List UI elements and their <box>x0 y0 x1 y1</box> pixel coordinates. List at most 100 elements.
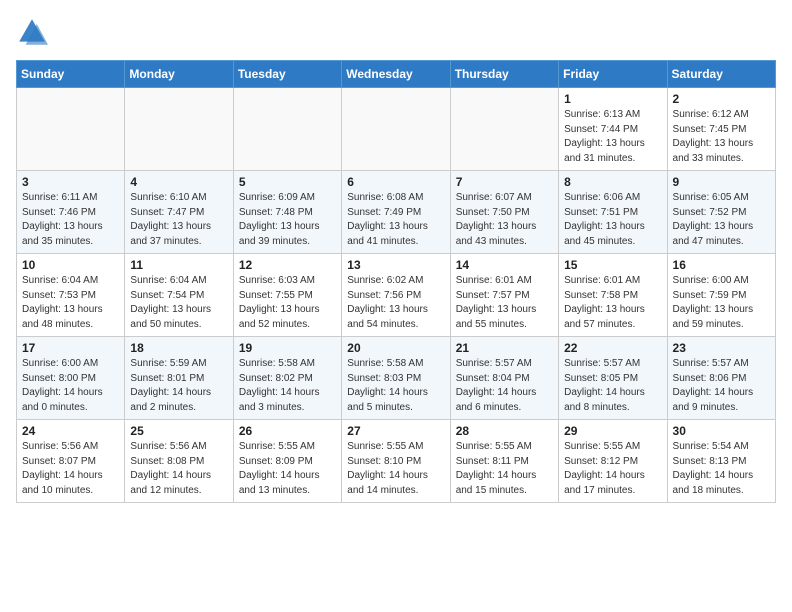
day-number: 6 <box>347 175 444 189</box>
day-info: Sunrise: 6:07 AM Sunset: 7:50 PM Dayligh… <box>456 191 553 249</box>
day-number: 26 <box>239 424 336 438</box>
calendar-cell: 17 Sunrise: 6:00 AM Sunset: 8:00 PM Dayli… <box>17 337 125 420</box>
day-info: Sunrise: 5:56 AM Sunset: 8:08 PM Dayligh… <box>130 440 227 498</box>
calendar-cell: 30 Sunrise: 5:54 AM Sunset: 8:13 PM Dayli… <box>667 420 775 503</box>
weekday-header-monday: Monday <box>125 61 233 88</box>
day-info: Sunrise: 6:04 AM Sunset: 7:53 PM Dayligh… <box>22 274 119 332</box>
day-number: 29 <box>564 424 661 438</box>
calendar-cell <box>233 88 341 171</box>
weekday-header-saturday: Saturday <box>667 61 775 88</box>
calendar-cell: 4 Sunrise: 6:10 AM Sunset: 7:47 PM Daylig… <box>125 171 233 254</box>
day-info: Sunrise: 5:57 AM Sunset: 8:04 PM Dayligh… <box>456 357 553 415</box>
day-info: Sunrise: 5:55 AM Sunset: 8:09 PM Dayligh… <box>239 440 336 498</box>
calendar-cell: 16 Sunrise: 6:00 AM Sunset: 7:59 PM Dayli… <box>667 254 775 337</box>
day-info: Sunrise: 5:56 AM Sunset: 8:07 PM Dayligh… <box>22 440 119 498</box>
day-info: Sunrise: 5:57 AM Sunset: 8:05 PM Dayligh… <box>564 357 661 415</box>
day-number: 27 <box>347 424 444 438</box>
day-info: Sunrise: 5:59 AM Sunset: 8:01 PM Dayligh… <box>130 357 227 415</box>
calendar-cell <box>125 88 233 171</box>
day-info: Sunrise: 6:10 AM Sunset: 7:47 PM Dayligh… <box>130 191 227 249</box>
day-number: 16 <box>673 258 770 272</box>
day-number: 9 <box>673 175 770 189</box>
day-number: 24 <box>22 424 119 438</box>
day-number: 2 <box>673 92 770 106</box>
day-number: 14 <box>456 258 553 272</box>
day-info: Sunrise: 5:58 AM Sunset: 8:03 PM Dayligh… <box>347 357 444 415</box>
day-info: Sunrise: 6:06 AM Sunset: 7:51 PM Dayligh… <box>564 191 661 249</box>
day-info: Sunrise: 6:12 AM Sunset: 7:45 PM Dayligh… <box>673 108 770 166</box>
calendar-cell: 11Sunrise: 6:04 AM Sunset: 7:54 PM Dayli… <box>125 254 233 337</box>
day-number: 4 <box>130 175 227 189</box>
calendar-cell: 19 Sunrise: 5:58 AM Sunset: 8:02 PM Dayli… <box>233 337 341 420</box>
day-number: 28 <box>456 424 553 438</box>
weekday-header-sunday: Sunday <box>17 61 125 88</box>
day-info: Sunrise: 6:11 AM Sunset: 7:46 PM Dayligh… <box>22 191 119 249</box>
weekday-header-friday: Friday <box>559 61 667 88</box>
logo-icon <box>16 16 48 48</box>
day-info: Sunrise: 5:55 AM Sunset: 8:10 PM Dayligh… <box>347 440 444 498</box>
page-header <box>16 16 776 48</box>
day-number: 11 <box>130 258 227 272</box>
calendar-cell: 29 Sunrise: 5:55 AM Sunset: 8:12 PM Dayli… <box>559 420 667 503</box>
day-info: Sunrise: 5:54 AM Sunset: 8:13 PM Dayligh… <box>673 440 770 498</box>
day-number: 13 <box>347 258 444 272</box>
day-number: 5 <box>239 175 336 189</box>
calendar-cell: 24 Sunrise: 5:56 AM Sunset: 8:07 PM Dayli… <box>17 420 125 503</box>
day-number: 1 <box>564 92 661 106</box>
day-info: Sunrise: 6:01 AM Sunset: 7:58 PM Dayligh… <box>564 274 661 332</box>
calendar-cell: 27 Sunrise: 5:55 AM Sunset: 8:10 PM Dayli… <box>342 420 450 503</box>
calendar-cell: 6 Sunrise: 6:08 AM Sunset: 7:49 PM Daylig… <box>342 171 450 254</box>
day-info: Sunrise: 6:09 AM Sunset: 7:48 PM Dayligh… <box>239 191 336 249</box>
day-info: Sunrise: 6:01 AM Sunset: 7:57 PM Dayligh… <box>456 274 553 332</box>
calendar-cell: 13 Sunrise: 6:02 AM Sunset: 7:56 PM Dayli… <box>342 254 450 337</box>
day-number: 8 <box>564 175 661 189</box>
calendar-cell: 1 Sunrise: 6:13 AM Sunset: 7:44 PM Daylig… <box>559 88 667 171</box>
day-number: 25 <box>130 424 227 438</box>
calendar-cell: 15Sunrise: 6:01 AM Sunset: 7:58 PM Dayli… <box>559 254 667 337</box>
calendar-cell: 12Sunrise: 6:03 AM Sunset: 7:55 PM Dayli… <box>233 254 341 337</box>
day-info: Sunrise: 6:00 AM Sunset: 7:59 PM Dayligh… <box>673 274 770 332</box>
calendar-cell: 28 Sunrise: 5:55 AM Sunset: 8:11 PM Dayli… <box>450 420 558 503</box>
calendar-cell: 23 Sunrise: 5:57 AM Sunset: 8:06 PM Dayli… <box>667 337 775 420</box>
calendar-cell: 21 Sunrise: 5:57 AM Sunset: 8:04 PM Dayli… <box>450 337 558 420</box>
calendar-cell <box>342 88 450 171</box>
day-info: Sunrise: 6:05 AM Sunset: 7:52 PM Dayligh… <box>673 191 770 249</box>
calendar-cell: 5 Sunrise: 6:09 AM Sunset: 7:48 PM Daylig… <box>233 171 341 254</box>
calendar-cell <box>450 88 558 171</box>
day-info: Sunrise: 6:03 AM Sunset: 7:55 PM Dayligh… <box>239 274 336 332</box>
calendar-cell: 10 Sunrise: 6:04 AM Sunset: 7:53 PM Dayli… <box>17 254 125 337</box>
day-info: Sunrise: 5:57 AM Sunset: 8:06 PM Dayligh… <box>673 357 770 415</box>
day-info: Sunrise: 6:08 AM Sunset: 7:49 PM Dayligh… <box>347 191 444 249</box>
calendar-cell: 25 Sunrise: 5:56 AM Sunset: 8:08 PM Dayli… <box>125 420 233 503</box>
calendar-cell: 3 Sunrise: 6:11 AM Sunset: 7:46 PM Daylig… <box>17 171 125 254</box>
logo <box>16 16 54 48</box>
day-number: 7 <box>456 175 553 189</box>
calendar-cell <box>17 88 125 171</box>
calendar-cell: 26 Sunrise: 5:55 AM Sunset: 8:09 PM Dayli… <box>233 420 341 503</box>
weekday-header-wednesday: Wednesday <box>342 61 450 88</box>
day-number: 21 <box>456 341 553 355</box>
day-number: 3 <box>22 175 119 189</box>
day-number: 17 <box>22 341 119 355</box>
day-number: 20 <box>347 341 444 355</box>
day-number: 23 <box>673 341 770 355</box>
calendar-cell: 20 Sunrise: 5:58 AM Sunset: 8:03 PM Dayli… <box>342 337 450 420</box>
calendar-cell: 22 Sunrise: 5:57 AM Sunset: 8:05 PM Dayli… <box>559 337 667 420</box>
calendar-cell: 18 Sunrise: 5:59 AM Sunset: 8:01 PM Dayli… <box>125 337 233 420</box>
day-info: Sunrise: 5:55 AM Sunset: 8:11 PM Dayligh… <box>456 440 553 498</box>
day-number: 10 <box>22 258 119 272</box>
calendar-cell: 14 Sunrise: 6:01 AM Sunset: 7:57 PM Dayli… <box>450 254 558 337</box>
calendar-table: SundayMondayTuesdayWednesdayThursdayFrid… <box>16 60 776 503</box>
day-number: 19 <box>239 341 336 355</box>
day-number: 18 <box>130 341 227 355</box>
day-info: Sunrise: 6:02 AM Sunset: 7:56 PM Dayligh… <box>347 274 444 332</box>
weekday-header-tuesday: Tuesday <box>233 61 341 88</box>
day-info: Sunrise: 6:13 AM Sunset: 7:44 PM Dayligh… <box>564 108 661 166</box>
calendar-cell: 8 Sunrise: 6:06 AM Sunset: 7:51 PM Daylig… <box>559 171 667 254</box>
day-info: Sunrise: 5:58 AM Sunset: 8:02 PM Dayligh… <box>239 357 336 415</box>
day-info: Sunrise: 5:55 AM Sunset: 8:12 PM Dayligh… <box>564 440 661 498</box>
day-info: Sunrise: 6:00 AM Sunset: 8:00 PM Dayligh… <box>22 357 119 415</box>
day-number: 30 <box>673 424 770 438</box>
day-number: 22 <box>564 341 661 355</box>
calendar-cell: 2 Sunrise: 6:12 AM Sunset: 7:45 PM Daylig… <box>667 88 775 171</box>
